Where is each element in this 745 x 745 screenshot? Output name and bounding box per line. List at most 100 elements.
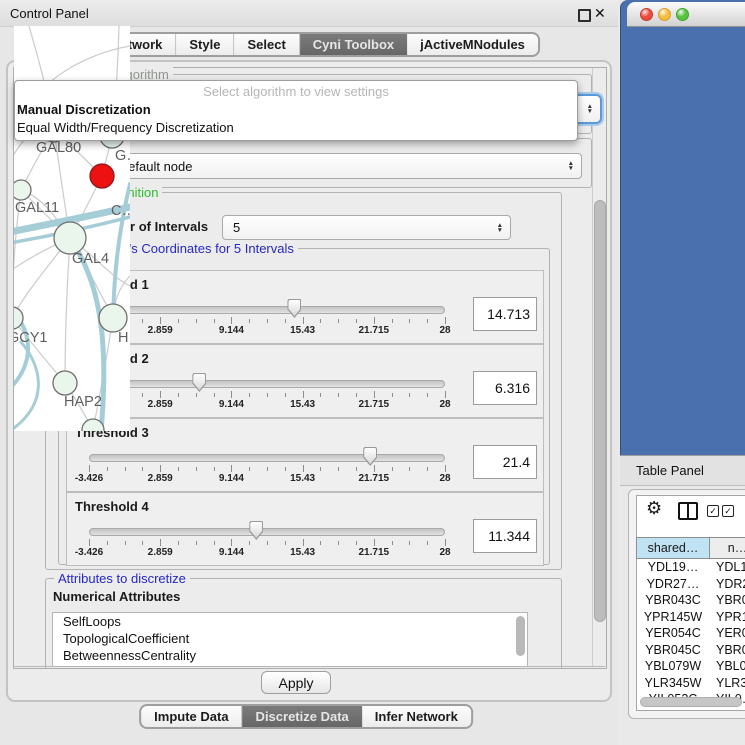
tab-cyni-toolbox[interactable]: Cyni Toolbox	[300, 34, 407, 55]
bottom-tab-bar: Impute DataDiscretize DataInfer Network	[139, 704, 473, 729]
network-node[interactable]	[99, 304, 127, 332]
tick-label: 28	[439, 399, 450, 410]
threshold-block: Threshold 1 -3.4262.8599.14415.4321.7152…	[66, 270, 544, 344]
tab-impute-data[interactable]: Impute Data	[141, 706, 242, 727]
close-icon[interactable]: ✕	[594, 5, 606, 22]
table-horizontal-scrollbar[interactable]	[640, 697, 742, 707]
threshold-value-field[interactable]: 11.344	[473, 519, 537, 553]
tab-style[interactable]: Style	[176, 34, 234, 55]
threshold-slider[interactable]: -3.4262.8599.14415.4321.71528	[89, 519, 445, 563]
tick-label: 15.43	[290, 547, 315, 558]
split-panel-icon[interactable]	[678, 502, 698, 520]
threshold-slider[interactable]: -3.4262.8599.14415.4321.71528	[89, 297, 445, 341]
algorithm-option[interactable]: Manual Discretization	[15, 101, 577, 119]
threshold-value-field[interactable]: 21.4	[473, 445, 537, 479]
cell-shared-name: YPR145W	[636, 609, 710, 626]
tab-select[interactable]: Select	[234, 34, 299, 55]
list-scrollbar[interactable]	[516, 616, 525, 656]
cell-shared-name: YDL19…	[636, 559, 710, 576]
table-row[interactable]: YPR145WYPR1…	[636, 609, 745, 626]
cell-shared-name: YER054C	[636, 625, 710, 642]
slider-thumb[interactable]	[249, 521, 263, 540]
threshold-block: Threshold 4 -3.4262.8599.14415.4321.7152…	[66, 492, 544, 566]
tick-label: 2.859	[148, 547, 173, 558]
panel-scrollbar-thumb[interactable]	[594, 200, 606, 622]
tab-label: Select	[247, 37, 285, 52]
checkbox-icon[interactable]: ✓	[707, 505, 719, 517]
attribute-item[interactable]: SelfLoops	[53, 613, 527, 630]
algorithm-hint: Select algorithm to view settings	[15, 81, 577, 101]
apply-button[interactable]: Apply	[261, 671, 331, 694]
slider-track[interactable]	[89, 528, 445, 536]
table-row[interactable]: YDL19…YDL1…	[636, 559, 745, 576]
slider-track[interactable]	[89, 380, 445, 388]
combo-arrows-icon: ▲▼	[568, 161, 574, 171]
close-traffic-light-icon[interactable]	[640, 8, 653, 21]
network-window	[620, 0, 745, 455]
panel-scrollbar-track[interactable]	[592, 68, 606, 666]
table-row[interactable]: YER054CYER0…	[636, 625, 745, 642]
cell-name: YBR0…	[710, 592, 745, 609]
top-tab-bar: NetworkStyleSelectCyni ToolboxjActiveMNo…	[78, 32, 540, 57]
tick-label: 15.43	[290, 325, 315, 336]
cell-shared-name: YBR045C	[636, 642, 710, 659]
cell-shared-name: YBR043C	[636, 592, 710, 609]
tick-label: 21.715	[359, 547, 390, 558]
tab-jactivemnodules[interactable]: jActiveMNodules	[407, 34, 538, 55]
slider-track[interactable]	[89, 306, 445, 314]
threshold-value-field[interactable]: 6.316	[473, 371, 537, 405]
tick-label: 21.715	[359, 473, 390, 484]
slider-track[interactable]	[89, 454, 445, 462]
slider-tick-labels: -3.4262.8599.14415.4321.71528	[89, 547, 445, 559]
zoom-traffic-light-icon[interactable]	[676, 8, 689, 21]
slider-thumb[interactable]	[192, 373, 206, 392]
slider-thumb[interactable]	[363, 447, 377, 466]
network-window-titlebar[interactable]	[627, 2, 745, 27]
attribute-item[interactable]: TopologicalCoefficient	[53, 630, 527, 647]
network-node[interactable]	[90, 164, 114, 188]
tick-label: 28	[439, 325, 450, 336]
slider-ticks	[89, 539, 445, 546]
table-row[interactable]: YDR27…YDR2…	[636, 576, 745, 593]
number-of-intervals-select[interactable]: 5 ▲▼	[222, 215, 511, 240]
algorithm-dropdown-popup: Select algorithm to view settings Manual…	[14, 80, 578, 141]
cell-name: YDL1…	[710, 559, 745, 576]
column-header-name[interactable]: n…	[710, 537, 745, 559]
table-row[interactable]: YBR045CYBR0…	[636, 642, 745, 659]
network-node[interactable]	[53, 371, 77, 395]
table-row[interactable]: YLR345WYLR3…	[636, 675, 745, 692]
tab-infer-network[interactable]: Infer Network	[362, 706, 471, 727]
minimize-traffic-light-icon[interactable]	[658, 8, 671, 21]
threshold-slider[interactable]: -3.4262.8599.14415.4321.71528	[89, 445, 445, 489]
attribute-item[interactable]: BetweennessCentrality	[53, 647, 527, 664]
table-row[interactable]: YBL079WYBL0…	[636, 658, 745, 675]
checkbox-icon[interactable]: ✓	[722, 505, 734, 517]
tick-label: 2.859	[148, 399, 173, 410]
threshold-block: Threshold 2 -3.4262.8599.14415.4321.7152…	[66, 344, 544, 418]
algorithm-option[interactable]: Equal Width/Frequency Discretization	[15, 119, 577, 137]
float-icon[interactable]	[578, 9, 591, 22]
network-node[interactable]	[14, 180, 31, 200]
cell-name: YER0…	[710, 625, 745, 642]
gear-icon[interactable]: ⚙	[646, 498, 662, 519]
threshold-slider[interactable]: -3.4262.8599.14415.4321.71528	[89, 371, 445, 415]
network-node[interactable]	[54, 222, 86, 254]
slider-tick-labels: -3.4262.8599.14415.4321.71528	[89, 399, 445, 411]
cell-shared-name: YDR27…	[636, 576, 710, 593]
slider-ticks	[89, 317, 445, 324]
numerical-attributes-list[interactable]: SelfLoopsTopologicalCoefficientBetweenne…	[52, 612, 528, 667]
tick-label: -3.426	[75, 547, 103, 558]
panel-title: Control Panel	[10, 6, 89, 21]
table-row[interactable]: YBR043CYBR0…	[636, 592, 745, 609]
network-node-label: GCY1	[14, 330, 48, 346]
tick-label: 9.144	[219, 399, 244, 410]
algorithm-options: Manual DiscretizationEqual Width/Frequen…	[15, 101, 577, 137]
threshold-block: Threshold 3 -3.4262.8599.14415.4321.7152…	[66, 418, 544, 492]
network-node-label: G…	[115, 148, 130, 164]
threshold-value-field[interactable]: 14.713	[473, 297, 537, 331]
tab-label: Style	[189, 37, 220, 52]
slider-thumb[interactable]	[287, 299, 301, 318]
tab-discretize-data[interactable]: Discretize Data	[243, 706, 362, 727]
group-thresholds: Threshold's Coordinates for 5 Intervals …	[58, 248, 550, 565]
column-header-shared-name[interactable]: shared…	[636, 537, 710, 559]
